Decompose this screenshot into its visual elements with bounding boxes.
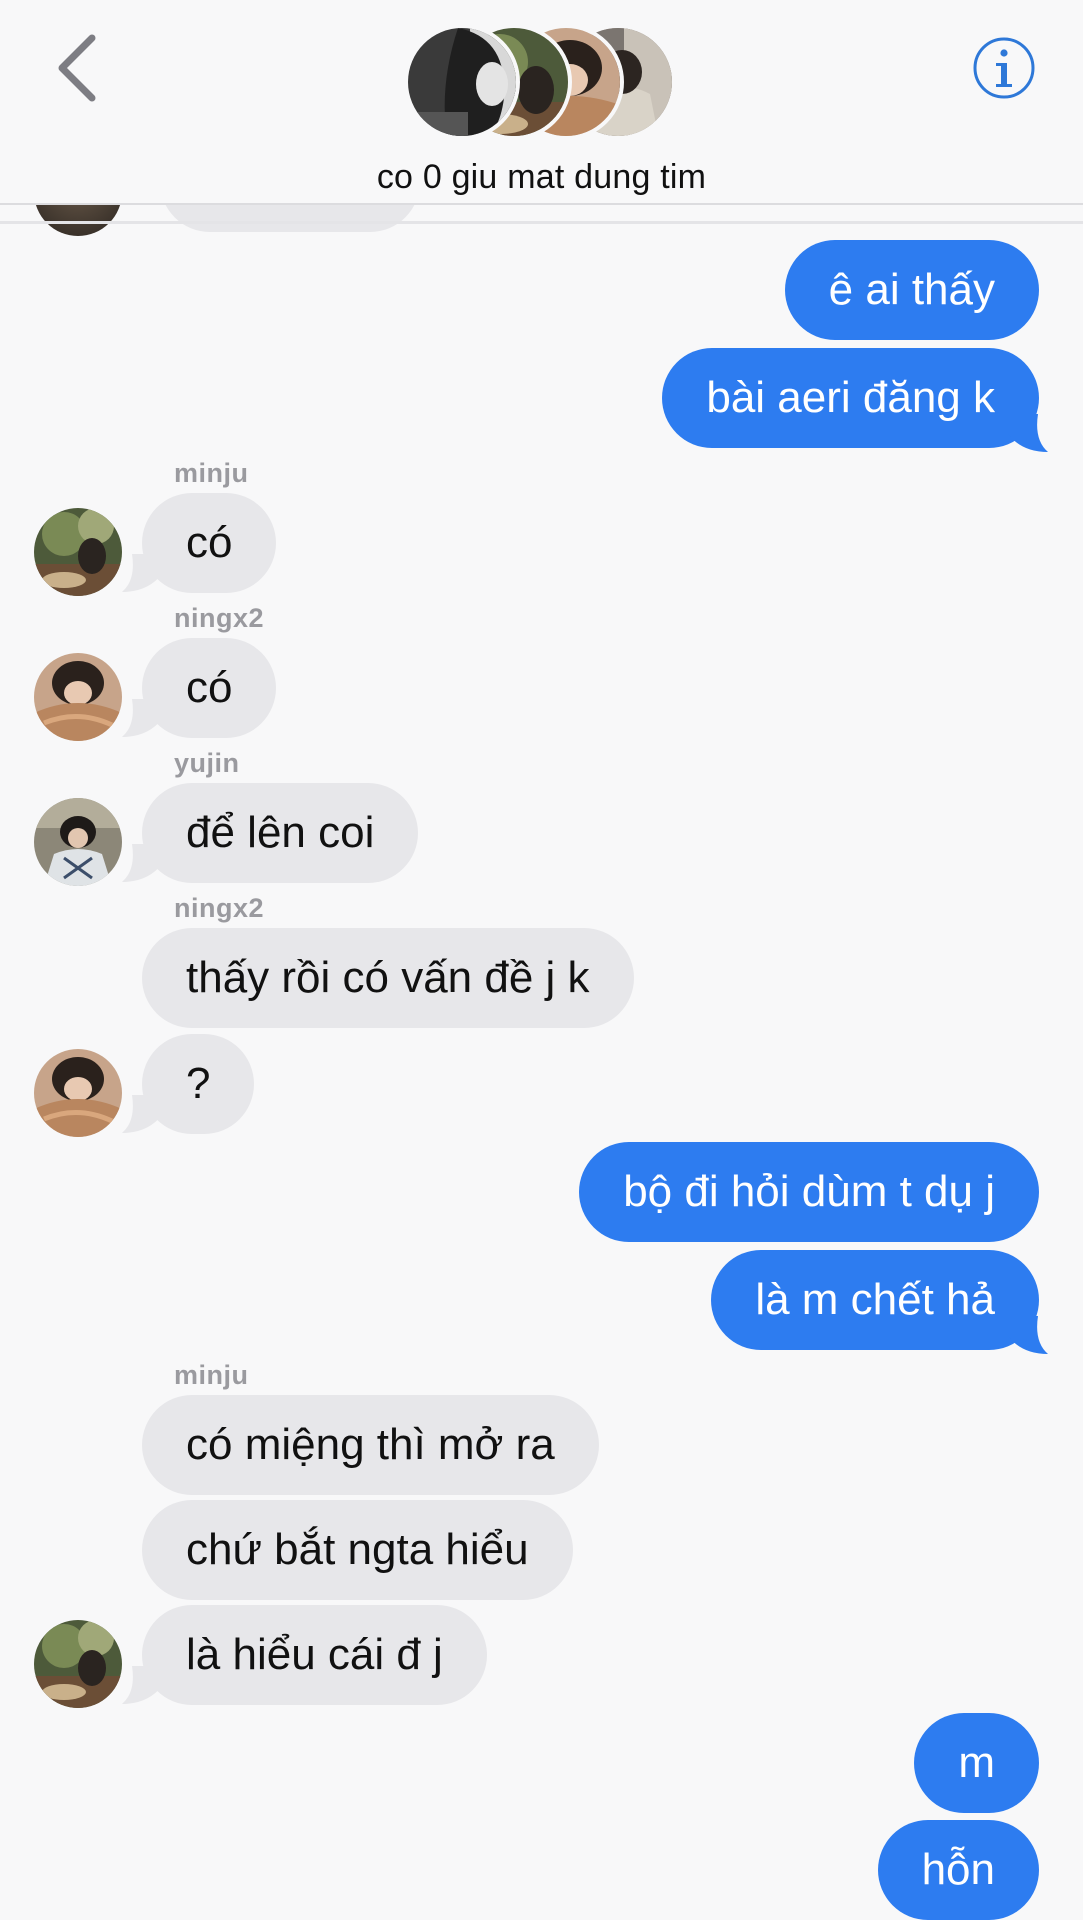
sender-name: minju bbox=[174, 458, 249, 488]
message-text: là hiểu cái đ j bbox=[186, 1630, 443, 1679]
message-bubble-outgoing[interactable]: là m chết hả bbox=[711, 1250, 1039, 1350]
message-list[interactable]: ê ai thấy bài aeri đăng k minju có ningx… bbox=[0, 0, 1083, 1920]
avatar-yujin[interactable] bbox=[34, 798, 122, 886]
bubble-tail bbox=[1008, 414, 1048, 452]
sender-name: yujin bbox=[174, 748, 240, 778]
avatar-minju[interactable] bbox=[34, 1620, 122, 1708]
message-bubble-outgoing[interactable]: ê ai thấy bbox=[784, 240, 1039, 340]
message-bubble-outgoing[interactable]: m bbox=[914, 1713, 1039, 1813]
message-bubble-incoming[interactable]: có bbox=[142, 638, 277, 738]
message-text: ê ai thấy bbox=[828, 265, 995, 314]
message-bubble-outgoing[interactable]: hỗn bbox=[877, 1820, 1039, 1920]
bubble-tail bbox=[122, 1095, 162, 1133]
message-text: m bbox=[958, 1738, 995, 1787]
message-text: hỗn bbox=[921, 1845, 995, 1894]
message-bubble-incoming[interactable]: thấy rồi có vấn đề j k bbox=[142, 928, 634, 1028]
conversation-title[interactable]: co 0 giu mat dung tim bbox=[0, 158, 1083, 197]
message-text: là m chết hả bbox=[755, 1275, 995, 1324]
header-divider bbox=[0, 221, 1083, 224]
group-avatar-stack[interactable] bbox=[404, 24, 676, 142]
conversation-header: co 0 giu mat dung tim bbox=[0, 0, 1083, 205]
message-bubble-incoming[interactable]: để lên coi bbox=[142, 783, 419, 883]
message-bubble-outgoing[interactable]: bộ đi hỏi dùm t dụ j bbox=[579, 1142, 1039, 1242]
bubble-tail bbox=[122, 699, 162, 737]
bubble-tail bbox=[122, 1666, 162, 1704]
avatar-minju[interactable] bbox=[34, 508, 122, 596]
message-bubble-incoming[interactable]: có bbox=[142, 493, 277, 593]
sender-name: ningx2 bbox=[174, 603, 265, 633]
group-avatar-1 bbox=[404, 24, 520, 140]
bubble-tail bbox=[122, 554, 162, 592]
avatar-ningx2[interactable] bbox=[34, 1049, 122, 1137]
sender-name: minju bbox=[174, 1360, 249, 1390]
message-text: có miệng thì mở ra bbox=[186, 1420, 555, 1469]
avatar-ningx2[interactable] bbox=[34, 653, 122, 741]
message-text: bài aeri đăng k bbox=[706, 373, 995, 422]
message-text: thấy rồi có vấn đề j k bbox=[186, 953, 590, 1002]
message-text: bộ đi hỏi dùm t dụ j bbox=[623, 1167, 995, 1216]
message-text: có bbox=[186, 518, 233, 567]
message-bubble-outgoing[interactable]: bài aeri đăng k bbox=[662, 348, 1039, 448]
sender-name: ningx2 bbox=[174, 893, 265, 923]
chevron-left-icon[interactable] bbox=[48, 30, 108, 106]
message-text: có bbox=[186, 663, 233, 712]
message-text: ? bbox=[186, 1059, 211, 1108]
bubble-tail bbox=[122, 844, 162, 882]
message-text: chứ bắt ngta hiểu bbox=[186, 1525, 529, 1574]
message-bubble-incoming[interactable]: là hiểu cái đ j bbox=[142, 1605, 487, 1705]
bubble-tail bbox=[1008, 1316, 1048, 1354]
message-bubble-incoming[interactable]: có miệng thì mở ra bbox=[142, 1395, 599, 1495]
info-circle-icon[interactable] bbox=[972, 36, 1036, 100]
message-bubble-incoming[interactable]: chứ bắt ngta hiểu bbox=[142, 1500, 573, 1600]
message-text: để lên coi bbox=[186, 808, 375, 857]
